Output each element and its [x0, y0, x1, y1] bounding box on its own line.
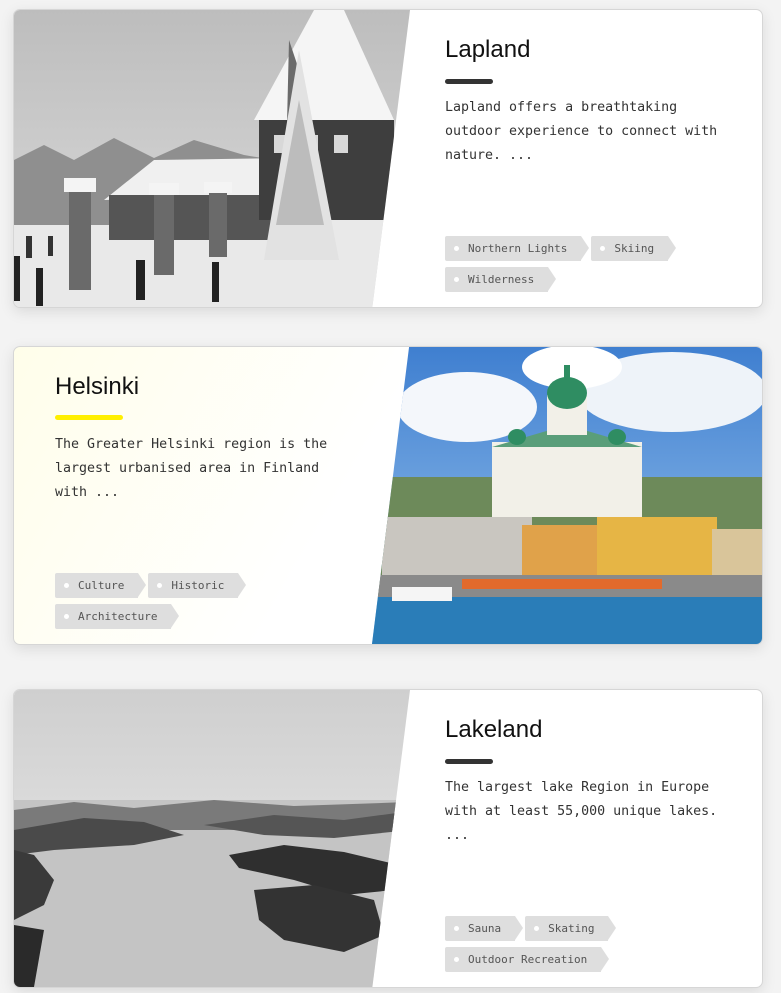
tag-sauna[interactable]: Sauna [445, 916, 524, 941]
card-title: Lakeland [445, 716, 543, 743]
tag-wilderness[interactable]: Wilderness [445, 267, 557, 292]
title-underline [55, 415, 123, 420]
card-description: The Greater Helsinki region is the large… [55, 437, 328, 500]
tag-list: Culture Historic Architecture [55, 573, 355, 635]
tag-historic[interactable]: Historic [148, 573, 247, 598]
card-title: Lapland [445, 36, 531, 63]
destination-card-lapland[interactable]: Lapland Lapland offers a breathtaking ou… [13, 9, 763, 308]
tag-northern-lights[interactable]: Northern Lights [445, 236, 590, 261]
tag-skating[interactable]: Skating [525, 916, 617, 941]
helsinki-photo [372, 347, 762, 644]
tag-architecture[interactable]: Architecture [55, 604, 181, 629]
title-underline [445, 79, 493, 84]
card-content: Lapland Lapland offers a breathtaking ou… [445, 10, 745, 307]
destination-card-helsinki[interactable]: Helsinki The Greater Helsinki region is … [13, 346, 763, 645]
card-content: Helsinki The Greater Helsinki region is … [55, 347, 355, 644]
card-title: Helsinki [55, 373, 140, 400]
tag-outdoor-recreation[interactable]: Outdoor Recreation [445, 947, 610, 972]
lapland-photo [14, 10, 410, 307]
tag-skiing[interactable]: Skiing [591, 236, 676, 261]
card-content: Lakeland The largest lake Region in Euro… [445, 690, 745, 987]
lakeland-photo [14, 690, 410, 987]
card-description: Lapland offers a breathtaking outdoor ex… [445, 100, 718, 163]
tag-list: Northern Lights Skiing Wilderness [445, 236, 745, 298]
tag-culture[interactable]: Culture [55, 573, 147, 598]
card-description: The largest lake Region in Europe with a… [445, 780, 718, 843]
tag-list: Sauna Skating Outdoor Recreation [445, 916, 745, 978]
title-underline [445, 759, 493, 764]
destination-card-lakeland[interactable]: Lakeland The largest lake Region in Euro… [13, 689, 763, 988]
